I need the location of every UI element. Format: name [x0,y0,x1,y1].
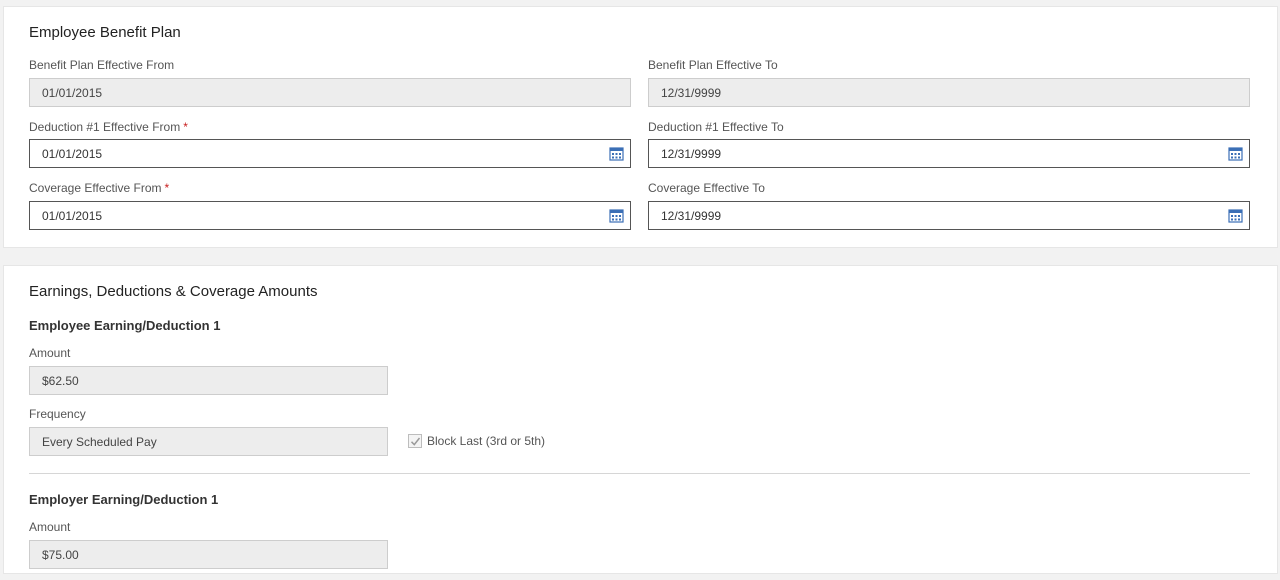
frequency-label: Frequency [29,407,86,421]
employee-amount-field: $62.50 [29,366,388,395]
deduction-from-label: Deduction #1 Effective From * [29,120,188,134]
coverage-from-value: 01/01/2015 [42,208,103,223]
deduction-to-value: 12/31/9999 [661,146,722,161]
block-last-label: Block Last (3rd or 5th) [427,434,546,448]
employer-amount-value: $75.00 [42,547,79,562]
plan-to-label: Benefit Plan Effective To [648,58,778,72]
calendar-icon[interactable] [609,146,624,161]
checkmark-icon [410,437,420,446]
calendar-icon[interactable] [1228,146,1243,161]
section-divider [29,473,1250,474]
plan-to-field: 12/31/9999 [648,78,1250,107]
required-marker: * [164,181,170,195]
plan-from-field: 01/01/2015 [29,78,631,107]
amounts-card [3,265,1278,574]
plan-from-label: Benefit Plan Effective From [29,58,175,72]
block-last-option: Block Last (3rd or 5th) [408,434,545,448]
deduction-to-label: Deduction #1 Effective To [648,120,784,134]
benefit-plan-title: Employee Benefit Plan [29,24,181,41]
deduction-from-value: 01/01/2015 [42,146,103,161]
deduction-from-input[interactable]: 01/01/2015 [29,139,631,168]
employer-amount-field: $75.00 [29,540,388,569]
employee-amount-value: $62.50 [42,373,79,388]
coverage-to-label: Coverage Effective To [648,181,765,195]
employer-amount-label: Amount [29,520,71,534]
frequency-field: Every Scheduled Pay [29,427,388,456]
coverage-to-input[interactable]: 12/31/9999 [648,201,1250,230]
frequency-value: Every Scheduled Pay [42,434,157,449]
plan-to-value: 12/31/9999 [661,85,722,100]
deduction-to-input[interactable]: 12/31/9999 [648,139,1250,168]
amounts-title: Earnings, Deductions & Coverage Amounts [29,283,318,300]
plan-from-value: 01/01/2015 [42,85,103,100]
calendar-icon[interactable] [609,208,624,223]
coverage-from-input[interactable]: 01/01/2015 [29,201,631,230]
employer-deduction-heading: Employer Earning/Deduction 1 [29,492,219,507]
employee-deduction-heading: Employee Earning/Deduction 1 [29,318,221,333]
employee-amount-label: Amount [29,346,71,360]
calendar-icon[interactable] [1228,208,1243,223]
coverage-to-value: 12/31/9999 [661,208,722,223]
required-marker: * [183,120,188,134]
block-last-checkbox[interactable] [408,434,422,448]
coverage-from-label: Coverage Effective From * [29,181,170,195]
